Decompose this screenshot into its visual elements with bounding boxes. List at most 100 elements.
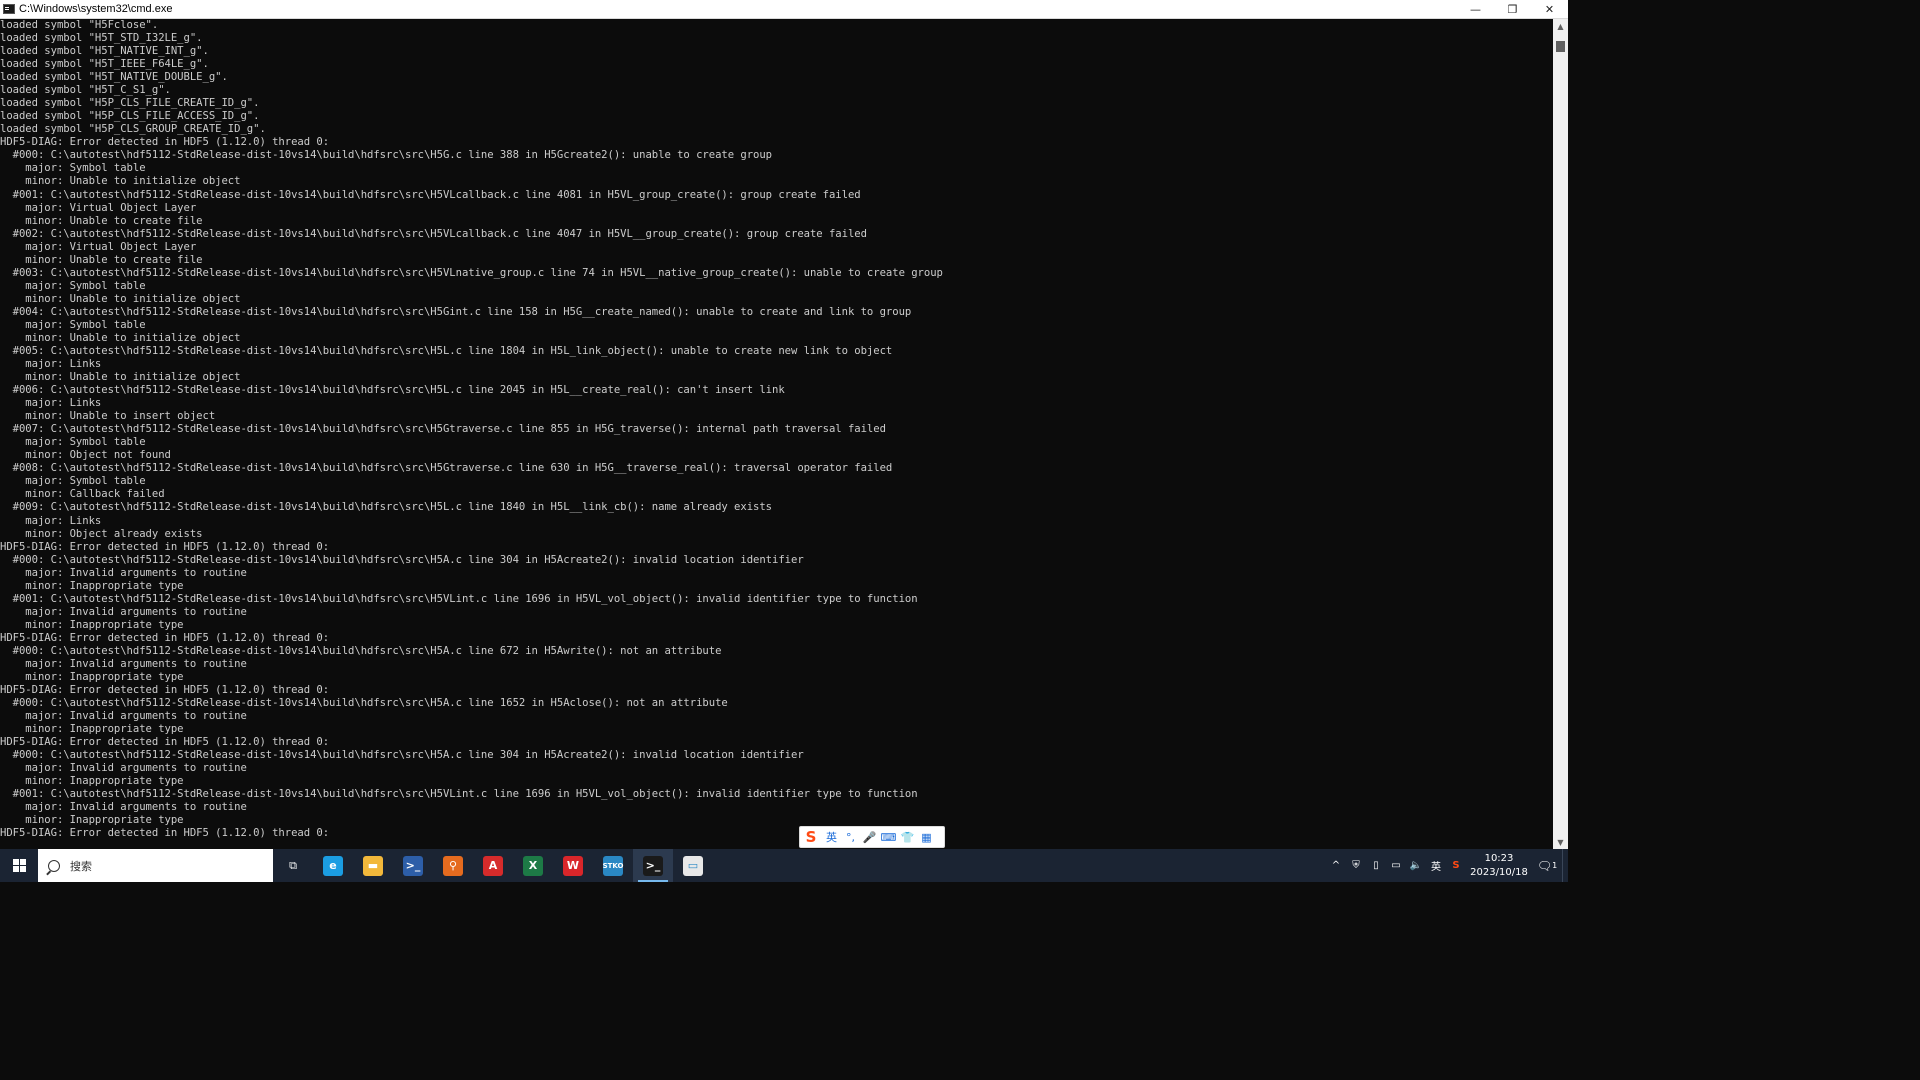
console-line: minor: Inappropriate type bbox=[0, 671, 184, 683]
console-output[interactable]: loaded symbol "H5Fclose". loaded symbol "… bbox=[0, 19, 1553, 849]
ime-keyboard-icon[interactable]: ⌨ bbox=[879, 831, 898, 844]
windows-logo-icon bbox=[12, 859, 26, 872]
acrobat-icon: A bbox=[483, 855, 503, 876]
console-line: minor: Inappropriate type bbox=[0, 579, 184, 592]
console-line: HDF5-DIAG: Error detected in HDF5 (1.12.… bbox=[0, 136, 330, 149]
taskbar-app-stko[interactable]: STKO bbox=[593, 849, 633, 882]
window-app-icon: ▭ bbox=[683, 855, 703, 876]
clock-time: 10:23 bbox=[1484, 852, 1514, 864]
taskbar-app-list: ⧉ e ▬ >_ ⚲ A X W STKO >_ ▭ bbox=[273, 849, 713, 882]
console-line: #000: C:\autotest\hdf5112-StdRelease-dis… bbox=[0, 749, 804, 762]
scroll-up-arrow-icon[interactable]: ▲ bbox=[1553, 19, 1568, 33]
console-line: #006: C:\autotest\hdf5112-StdRelease-dis… bbox=[0, 384, 785, 397]
console-line: minor: Unable to initialize object bbox=[0, 175, 241, 188]
console-line: HDF5-DIAG: Error detected in HDF5 (1.12.… bbox=[0, 736, 330, 749]
console-line: loaded symbol "H5P_CLS_FILE_CREATE_ID_g"… bbox=[0, 97, 260, 110]
console-line: #003: C:\autotest\hdf5112-StdRelease-dis… bbox=[0, 266, 943, 279]
ime-punctuation-icon[interactable]: °, bbox=[841, 831, 860, 844]
console-line: major: Invalid arguments to routine bbox=[0, 762, 247, 775]
taskbar-app-file-explorer[interactable]: ▬ bbox=[353, 849, 393, 882]
console-line: major: Symbol table bbox=[0, 279, 146, 292]
window-titlebar[interactable]: C:\Windows\system32\cmd.exe — ❐ ✕ bbox=[0, 0, 1568, 19]
console-line: #008: C:\autotest\hdf5112-StdRelease-dis… bbox=[0, 462, 893, 475]
console-line: major: Links bbox=[0, 358, 102, 371]
excel-icon: X bbox=[523, 855, 543, 876]
console-line: loaded symbol "H5T_IEEE_F64LE_g". bbox=[0, 58, 209, 71]
taskbar-app-excel[interactable]: X bbox=[513, 849, 553, 882]
tray-overflow-chevron-icon[interactable]: ^ bbox=[1326, 849, 1346, 882]
file-explorer-icon: ▬ bbox=[363, 855, 383, 876]
start-button[interactable] bbox=[0, 849, 38, 882]
console-line: minor: Unable to insert object bbox=[0, 410, 216, 423]
console-line: #001: C:\autotest\hdf5112-StdRelease-dis… bbox=[0, 188, 861, 201]
wps-icon: W bbox=[563, 855, 583, 876]
console-line: major: Symbol table bbox=[0, 162, 146, 175]
scroll-thumb[interactable] bbox=[1556, 41, 1565, 52]
console-line: loaded symbol "H5P_CLS_FILE_ACCESS_ID_g"… bbox=[0, 110, 260, 123]
console-line: minor: Object already exists bbox=[0, 527, 203, 540]
scroll-down-arrow-icon[interactable]: ▼ bbox=[1553, 835, 1568, 849]
console-line: major: Symbol table bbox=[0, 436, 146, 449]
console-line: #000: C:\autotest\hdf5112-StdRelease-dis… bbox=[0, 644, 722, 657]
console-line: minor: Inappropriate type bbox=[0, 814, 184, 827]
console-line: loaded symbol "H5P_CLS_GROUP_CREATE_ID_g… bbox=[0, 123, 266, 136]
console-line: HDF5-DIAG: Error detected in HDF5 (1.12.… bbox=[0, 827, 330, 840]
console-line: minor: Unable to initialize object bbox=[0, 292, 241, 305]
taskbar-app-cmd[interactable]: >_ bbox=[633, 849, 673, 882]
taskbar-app-window-app[interactable]: ▭ bbox=[673, 849, 713, 882]
tray-sogou-icon[interactable]: S bbox=[1446, 849, 1466, 882]
taskbar-app-wps[interactable]: W bbox=[553, 849, 593, 882]
taskbar-clock[interactable]: 10:23 2023/10/18 bbox=[1466, 849, 1532, 882]
console-line: major: Invalid arguments to routine bbox=[0, 657, 247, 670]
console-line: loaded symbol "H5T_NATIVE_INT_g". bbox=[0, 45, 209, 58]
console-line: #001: C:\autotest\hdf5112-StdRelease-dis… bbox=[0, 592, 918, 605]
taskbar-app-acrobat[interactable]: A bbox=[473, 849, 513, 882]
ime-toolbox-icon[interactable]: ▦ bbox=[917, 831, 936, 844]
console-line: #004: C:\autotest\hdf5112-StdRelease-dis… bbox=[0, 305, 912, 318]
system-tray: ^ ⛨ ▯ ▭ 🔈 英 S 10:23 2023/10/18 🗨 1 bbox=[1326, 849, 1568, 882]
sogou-logo-icon[interactable]: S bbox=[800, 827, 822, 847]
edge-icon: e bbox=[323, 855, 343, 876]
console-line: loaded symbol "H5T_C_S1_g". bbox=[0, 84, 171, 97]
powershell-icon: >_ bbox=[403, 855, 423, 876]
notification-center-icon[interactable]: 🗨 1 bbox=[1532, 849, 1562, 882]
console-line: #001: C:\autotest\hdf5112-StdRelease-dis… bbox=[0, 788, 918, 801]
console-line: #005: C:\autotest\hdf5112-StdRelease-dis… bbox=[0, 345, 893, 357]
taskbar-app-task-view[interactable]: ⧉ bbox=[273, 849, 313, 882]
console-line: major: Symbol table bbox=[0, 318, 146, 331]
taskbar-app-search-app[interactable]: ⚲ bbox=[433, 849, 473, 882]
minimize-button[interactable]: — bbox=[1457, 0, 1494, 19]
vertical-scrollbar[interactable]: ▲ ▼ bbox=[1553, 19, 1568, 849]
console-line: loaded symbol "H5T_NATIVE_DOUBLE_g". bbox=[0, 71, 228, 84]
tray-network-icon[interactable]: ▭ bbox=[1386, 849, 1406, 882]
ime-skin-icon[interactable]: 👕 bbox=[898, 831, 917, 844]
console-line: #002: C:\autotest\hdf5112-StdRelease-dis… bbox=[0, 227, 867, 240]
restore-button[interactable]: ❐ bbox=[1494, 0, 1531, 19]
tray-language-indicator[interactable]: 英 bbox=[1426, 849, 1446, 882]
console-line: loaded symbol "H5Fclose". bbox=[0, 19, 159, 31]
taskbar-app-powershell[interactable]: >_ bbox=[393, 849, 433, 882]
tray-volume-icon[interactable]: 🔈 bbox=[1406, 849, 1426, 882]
console-line: loaded symbol "H5T_STD_I32LE_g". bbox=[0, 32, 203, 45]
console-line: minor: Callback failed bbox=[0, 488, 165, 501]
ime-toolbar[interactable]: S 英 °, 🎤 ⌨ 👕 ▦ bbox=[799, 826, 945, 848]
search-placeholder: 搜索 bbox=[70, 859, 92, 873]
taskbar: 搜索 ⧉ e ▬ >_ ⚲ A X W STKO >_ ▭ ^ ⛨ ▯ ▭ 🔈 英 S 10:23 … bbox=[0, 849, 1568, 882]
console-line: #000: C:\autotest\hdf5112-StdRelease-dis… bbox=[0, 697, 728, 710]
ime-microphone-icon[interactable]: 🎤 bbox=[860, 831, 879, 844]
tray-usb-icon[interactable]: ▯ bbox=[1366, 849, 1386, 882]
notification-count: 1 bbox=[1552, 861, 1558, 870]
console-line: major: Virtual Object Layer bbox=[0, 240, 197, 253]
close-button[interactable]: ✕ bbox=[1531, 0, 1568, 19]
tray-security-icon[interactable]: ⛨ bbox=[1346, 849, 1366, 882]
console-line: major: Links bbox=[0, 397, 102, 410]
console-line: minor: Inappropriate type bbox=[0, 618, 184, 631]
console-line: major: Invalid arguments to routine bbox=[0, 566, 247, 579]
taskbar-search-box[interactable]: 搜索 bbox=[38, 849, 273, 882]
ime-language-toggle[interactable]: 英 bbox=[822, 829, 841, 845]
taskbar-app-edge[interactable]: e bbox=[313, 849, 353, 882]
console-line: minor: Object not found bbox=[0, 449, 171, 462]
console-line: #000: C:\autotest\hdf5112-StdRelease-dis… bbox=[0, 553, 804, 566]
console-line: major: Symbol table bbox=[0, 475, 146, 488]
show-desktop-button[interactable] bbox=[1562, 849, 1568, 882]
